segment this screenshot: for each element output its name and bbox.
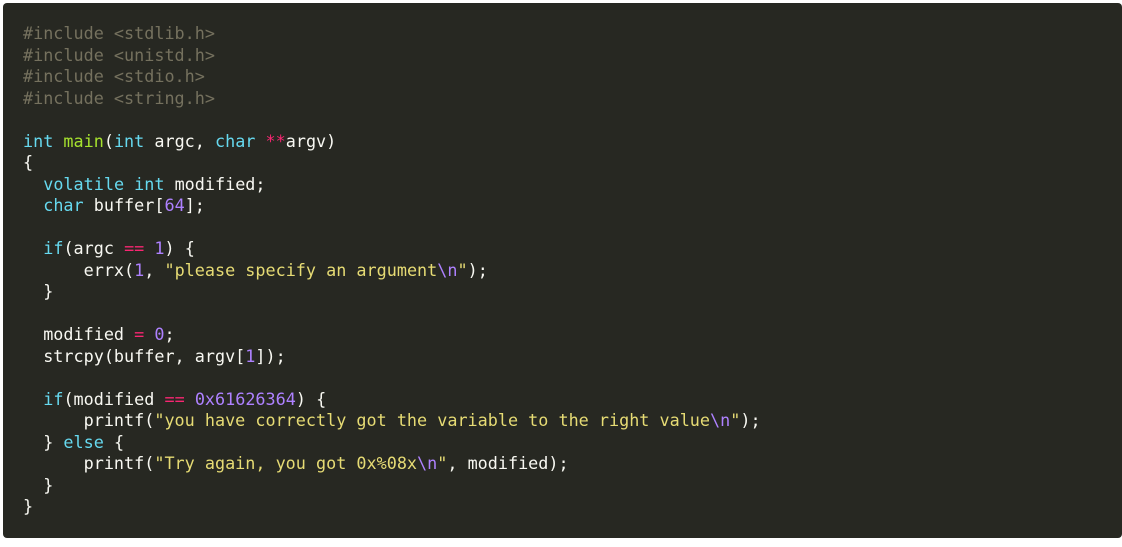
code-token-operator: == xyxy=(164,388,185,409)
code-block: #include <stdlib.h> #include <unistd.h> #i… xyxy=(3,3,1122,538)
code-token-number: 0x61626364 xyxy=(194,388,296,409)
code-line: } xyxy=(23,496,1122,518)
code-line: #include <stdio.h> xyxy=(23,66,1122,88)
code-token-plain: } xyxy=(23,281,54,301)
code-token-plain: ; xyxy=(164,324,175,344)
code-line: } xyxy=(23,475,1122,497)
code-line: int main(int argc, char **argv) xyxy=(23,131,1122,153)
code-token-plain: modified; xyxy=(164,173,266,194)
code-token-keyword: int xyxy=(113,130,145,151)
code-line: } else { xyxy=(23,432,1122,454)
code-token-plain: printf( xyxy=(23,453,155,473)
code-line: } xyxy=(23,281,1122,303)
code-token-string: " xyxy=(730,410,741,430)
code-token-plain: ); xyxy=(740,410,761,430)
code-token-plain: modified xyxy=(23,324,135,344)
code-token-plain: { xyxy=(23,152,34,172)
code-token-keyword: char xyxy=(43,195,84,215)
code-line: if(modified == 0x61626364) { xyxy=(23,389,1122,411)
code-token-number: 1 xyxy=(154,238,165,258)
code-token-plain: } xyxy=(23,431,64,452)
code-token-comment: #include <unistd.h> xyxy=(23,44,215,65)
code-token-comment: #include <stdio.h> xyxy=(23,66,205,86)
code-line: { xyxy=(23,152,1122,174)
code-token-plain: ( xyxy=(103,130,114,151)
code-token-plain: ]; xyxy=(184,195,205,215)
code-token-number: 64 xyxy=(164,195,185,215)
code-token-plain: { xyxy=(103,431,125,452)
code-token-plain: , xyxy=(144,259,165,280)
code-token-plain: argc, xyxy=(144,130,215,151)
code-token-plain: , modified); xyxy=(447,453,569,473)
code-token-escape: \n xyxy=(710,410,731,430)
code-token-operator: ** xyxy=(265,130,286,151)
code-token-keyword: if xyxy=(43,238,64,258)
code-token-number: 1 xyxy=(245,345,256,366)
code-line: printf("you have correctly got the varia… xyxy=(23,410,1122,432)
code-line: #include <unistd.h> xyxy=(23,45,1122,67)
code-token-plain: ]); xyxy=(255,345,286,366)
code-token-keyword: if xyxy=(43,388,64,409)
code-token-plain: ) { xyxy=(295,388,327,409)
code-token-keyword: volatile xyxy=(43,173,125,194)
code-token-string: "you have correctly got the variable to … xyxy=(154,410,711,430)
code-token-operator: == xyxy=(124,238,145,258)
code-token-escape: \n xyxy=(437,259,458,280)
code-token-escape: \n xyxy=(417,453,438,473)
code-token-keyword: int xyxy=(134,173,165,194)
code-token-plain: ); xyxy=(467,259,488,280)
code-line: #include <stdlib.h> xyxy=(23,23,1122,45)
code-line: modified = 0; xyxy=(23,324,1122,346)
code-token-plain: } xyxy=(23,474,54,495)
code-line: volatile int modified; xyxy=(23,174,1122,196)
code-line: errx(1, "please specify an argument\n"); xyxy=(23,260,1122,282)
code-token-operator: = xyxy=(134,324,145,344)
code-token-plain: } xyxy=(23,496,34,516)
code-token-plain: argv) xyxy=(285,130,337,151)
code-token-plain: (argc xyxy=(63,238,125,258)
code-line: if(argc == 1) { xyxy=(23,238,1122,260)
source-code: #include <stdlib.h> #include <unistd.h> #i… xyxy=(23,23,1122,518)
code-token-plain: strcpy(buffer, argv[ xyxy=(23,345,246,366)
code-token-keyword: int xyxy=(23,130,54,151)
code-token-string: " xyxy=(437,453,448,473)
code-token-keyword: char xyxy=(215,130,256,151)
code-token-plain: printf( xyxy=(23,410,155,430)
code-token-plain: buffer[ xyxy=(83,195,165,215)
code-line: strcpy(buffer, argv[1]); xyxy=(23,346,1122,368)
code-token-number: 0 xyxy=(154,324,165,344)
code-line: printf("Try again, you got 0x%08x\n", mo… xyxy=(23,453,1122,475)
code-token-plain: errx( xyxy=(23,259,135,280)
code-token-comment: #include <stdlib.h> xyxy=(23,23,215,43)
code-token-string: "Try again, you got 0x%08x xyxy=(154,453,418,473)
code-token-comment: #include <string.h> xyxy=(23,87,215,108)
code-token-number: 1 xyxy=(134,259,145,280)
code-line: char buffer[64]; xyxy=(23,195,1122,217)
code-token-plain: ) { xyxy=(164,238,195,258)
code-token-string: "please specify an argument xyxy=(164,259,438,280)
code-token-plain: (modified xyxy=(63,388,165,409)
code-line: #include <string.h> xyxy=(23,88,1122,110)
code-token-function: main xyxy=(63,130,104,151)
code-token-keyword: else xyxy=(63,431,104,452)
code-token-string: " xyxy=(457,259,468,280)
